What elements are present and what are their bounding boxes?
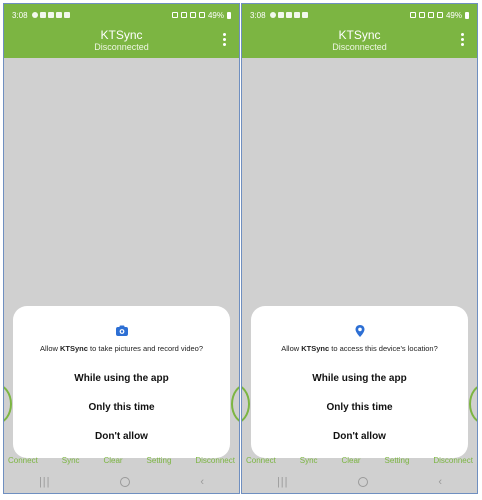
wifi-icon — [189, 12, 196, 18]
back-icon[interactable]: ‹ — [200, 476, 204, 488]
wifi-icon — [427, 12, 434, 18]
tab-connect[interactable]: Connect — [8, 456, 38, 470]
dont-allow-button[interactable]: Don't allow — [13, 431, 230, 442]
app-title: KTSync — [338, 28, 381, 42]
tab-disconnect[interactable]: Disconnect — [195, 456, 235, 470]
chat-icon — [269, 12, 276, 18]
bottom-tab-bar: Connect Sync Clear Setting Disconnect — [242, 456, 477, 470]
system-nav-bar: ||| ‹ — [242, 470, 477, 493]
tab-sync[interactable]: Sync — [62, 456, 80, 470]
message-icon — [277, 12, 284, 18]
app-bar: KTSync Disconnected — [242, 26, 477, 58]
status-time: 3:08 — [12, 10, 28, 20]
battery-icon — [227, 11, 231, 19]
alarm-icon — [409, 12, 416, 18]
permission-message: Allow KTSync to access this device's loc… — [281, 344, 438, 353]
right-button-edge[interactable] — [231, 384, 239, 424]
home-icon[interactable] — [120, 476, 131, 487]
tab-clear[interactable]: Clear — [103, 456, 122, 470]
tab-sync[interactable]: Sync — [300, 456, 318, 470]
signal-icon — [436, 12, 443, 18]
phone-screen-location-permission: 3:08 49% KTSync Disconnected Allow KTSyn… — [241, 3, 478, 494]
recents-icon[interactable]: ||| — [277, 476, 289, 488]
location-pin-icon — [355, 325, 364, 337]
app-name: KTSync — [60, 344, 88, 353]
overflow-menu-icon[interactable] — [461, 33, 465, 46]
connection-status: Disconnected — [332, 42, 387, 52]
video-icon — [301, 12, 308, 18]
permission-message: Allow KTSync to take pictures and record… — [39, 344, 204, 353]
right-button-edge[interactable] — [469, 384, 477, 424]
notification-icons — [31, 12, 70, 18]
battery-icon — [465, 11, 469, 19]
tab-setting[interactable]: Setting — [385, 456, 410, 470]
tab-setting[interactable]: Setting — [147, 456, 172, 470]
overflow-menu-icon[interactable] — [223, 33, 227, 46]
while-using-app-button[interactable]: While using the app — [251, 373, 468, 384]
chat-icon — [31, 12, 38, 18]
alarm-icon — [171, 12, 178, 18]
while-using-app-button[interactable]: While using the app — [13, 373, 230, 384]
left-button-edge[interactable] — [4, 384, 12, 424]
phone-screen-camera-permission: 3:08 49% KTSync Disconnected Allow KTSyn… — [3, 3, 240, 494]
left-button-edge[interactable] — [242, 384, 250, 424]
app-bar: KTSync Disconnected — [4, 26, 239, 58]
battery-percent: 49% — [445, 10, 462, 20]
status-bar: 3:08 49% — [4, 4, 239, 26]
bottom-tab-bar: Connect Sync Clear Setting Disconnect — [4, 456, 239, 470]
only-this-time-button[interactable]: Only this time — [13, 402, 230, 413]
home-icon[interactable] — [358, 476, 369, 487]
tab-clear[interactable]: Clear — [341, 456, 360, 470]
dont-allow-button[interactable]: Don't allow — [251, 431, 468, 442]
system-nav-bar: ||| ‹ — [4, 470, 239, 493]
permission-dialog: Allow KTSync to access this device's loc… — [251, 306, 468, 458]
system-icons: 49% — [409, 10, 469, 20]
tab-connect[interactable]: Connect — [246, 456, 276, 470]
app-name: KTSync — [301, 344, 330, 353]
battery-percent: 49% — [207, 10, 224, 20]
message-icon — [39, 12, 46, 18]
bluetooth-icon — [180, 12, 187, 18]
gallery-icon — [47, 12, 54, 18]
system-icons: 49% — [171, 10, 231, 20]
back-icon[interactable]: ‹ — [438, 476, 442, 488]
connection-status: Disconnected — [94, 42, 149, 52]
bluetooth-icon — [418, 12, 425, 18]
video-icon — [63, 12, 70, 18]
calendar-icon — [293, 12, 300, 18]
permission-dialog: Allow KTSync to take pictures and record… — [13, 306, 230, 458]
status-bar: 3:08 49% — [242, 4, 477, 26]
tab-disconnect[interactable]: Disconnect — [433, 456, 473, 470]
app-title: KTSync — [100, 28, 143, 42]
calendar-icon — [55, 12, 62, 18]
gallery-icon — [285, 12, 292, 18]
recents-icon[interactable]: ||| — [39, 476, 51, 488]
status-time: 3:08 — [250, 10, 266, 20]
camera-icon — [115, 325, 128, 336]
only-this-time-button[interactable]: Only this time — [251, 402, 468, 413]
notification-icons — [269, 12, 308, 18]
signal-icon — [198, 12, 205, 18]
